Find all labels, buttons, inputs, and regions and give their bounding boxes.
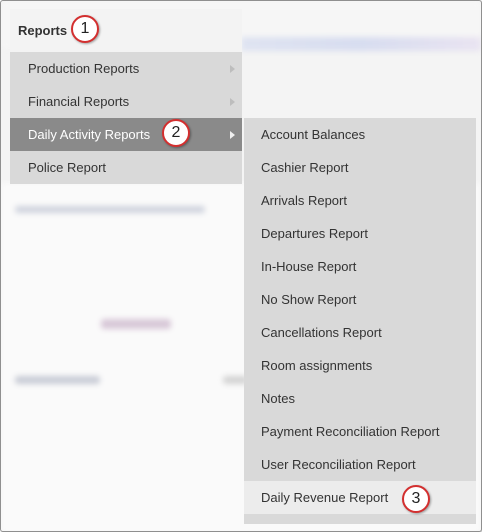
daily-activity-submenu: Account Balances Cashier Report Arrivals… — [244, 118, 476, 524]
submenu-item-cancellations-report[interactable]: Cancellations Report — [244, 316, 476, 349]
submenu-item-label: User Reconciliation Report — [261, 457, 416, 472]
reports-menu-title[interactable]: Reports — [10, 9, 242, 52]
chevron-right-icon — [230, 64, 235, 73]
step-callout-1: 1 — [71, 15, 99, 43]
background-text-line — [101, 319, 171, 329]
menu-item-production-reports[interactable]: Production Reports — [10, 52, 242, 85]
submenu-item-label: Account Balances — [261, 127, 366, 142]
submenu-item-room-assignments[interactable]: Room assignments — [244, 349, 476, 382]
submenu-item-label: Cancellations Report — [261, 325, 382, 340]
step-callout-2: 2 — [162, 119, 190, 147]
submenu-item-daily-revenue-report[interactable]: Daily Revenue Report — [244, 481, 476, 514]
step-callout-3: 3 — [402, 485, 430, 513]
chevron-right-icon — [230, 97, 235, 106]
menu-item-financial-reports[interactable]: Financial Reports — [10, 85, 242, 118]
submenu-item-label: Cashier Report — [261, 160, 349, 175]
submenu-item-label: Arrivals Report — [261, 193, 347, 208]
submenu-item-label: In-House Report — [261, 259, 357, 274]
submenu-item-label: Room assignments — [261, 358, 373, 373]
submenu-item-in-house-report[interactable]: In-House Report — [244, 250, 476, 283]
submenu-item-notes[interactable]: Notes — [244, 382, 476, 415]
submenu-item-user-reconciliation-report[interactable]: User Reconciliation Report — [244, 448, 476, 481]
submenu-item-no-show-report[interactable]: No Show Report — [244, 283, 476, 316]
background-text-line — [15, 376, 100, 384]
step-number: 1 — [80, 20, 90, 37]
background-text-line — [15, 206, 205, 213]
submenu-item-account-balances[interactable]: Account Balances — [244, 118, 476, 151]
submenu-item-departures-report[interactable]: Departures Report — [244, 217, 476, 250]
step-number: 3 — [411, 490, 421, 507]
menu-item-daily-activity-reports[interactable]: Daily Activity Reports — [10, 118, 242, 151]
submenu-item-label: Daily Revenue Report — [261, 490, 389, 505]
menu-item-label: Police Report — [28, 160, 107, 175]
reports-menu-title-label: Reports — [18, 23, 68, 38]
background-strip — [241, 37, 481, 51]
screenshot-frame: Reports Production Reports Financial Rep… — [0, 0, 482, 532]
submenu-item-cashier-report[interactable]: Cashier Report — [244, 151, 476, 184]
submenu-item-arrivals-report[interactable]: Arrivals Report — [244, 184, 476, 217]
submenu-item-payment-reconciliation-report[interactable]: Payment Reconciliation Report — [244, 415, 476, 448]
menu-item-label: Daily Activity Reports — [28, 127, 151, 142]
menu-item-label: Financial Reports — [28, 94, 130, 109]
menu-item-label: Production Reports — [28, 61, 140, 76]
submenu-item-label: Departures Report — [261, 226, 368, 241]
menu-item-police-report[interactable]: Police Report — [10, 151, 242, 184]
step-number: 2 — [171, 124, 181, 141]
chevron-right-icon — [230, 130, 235, 139]
submenu-item-label: Payment Reconciliation Report — [261, 424, 440, 439]
reports-menu: Reports Production Reports Financial Rep… — [10, 9, 242, 184]
submenu-item-label: No Show Report — [261, 292, 357, 307]
submenu-item-label: Notes — [261, 391, 295, 406]
submenu-footer — [244, 514, 476, 524]
